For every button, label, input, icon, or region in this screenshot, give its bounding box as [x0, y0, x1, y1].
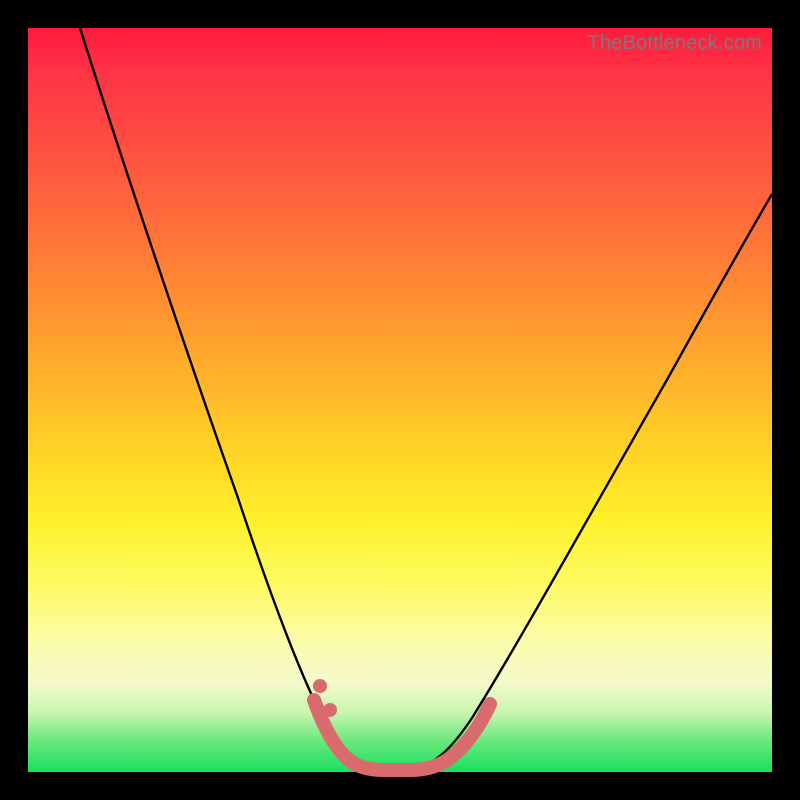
- plot-area: TheBottleneck.com: [28, 28, 772, 772]
- trough-dot: [313, 679, 327, 693]
- trough-highlight: [314, 700, 490, 770]
- chart-svg: [28, 28, 772, 772]
- bottleneck-curve: [80, 28, 772, 766]
- outer-frame: TheBottleneck.com: [0, 0, 800, 800]
- trough-dot: [323, 703, 337, 717]
